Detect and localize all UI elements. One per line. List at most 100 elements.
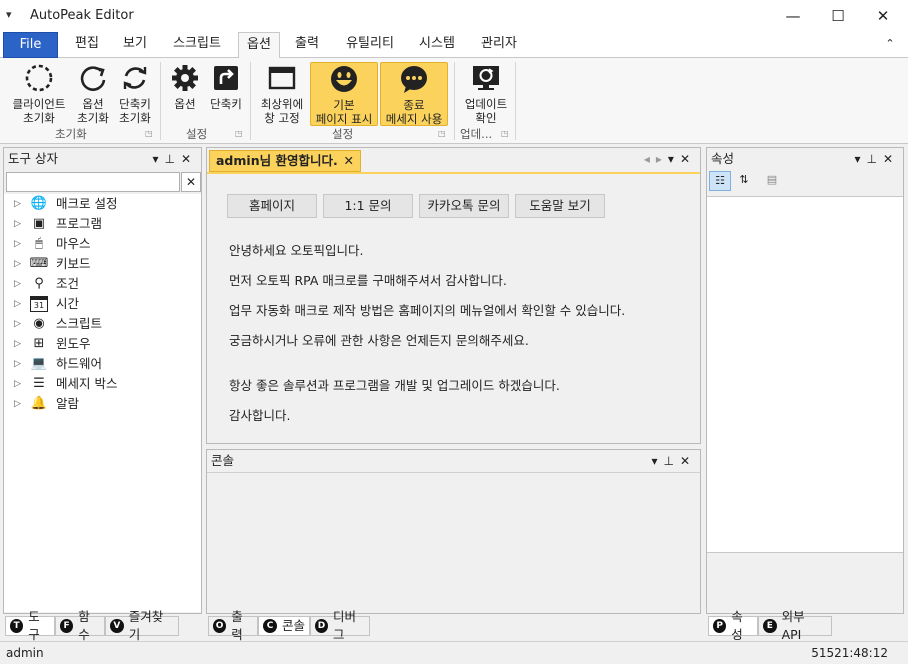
toolbox-search-input[interactable] [6, 172, 180, 192]
options-button[interactable]: 옵션 [166, 62, 204, 111]
dropdown-icon[interactable]: ▾ [651, 454, 663, 468]
expand-arrow-icon[interactable]: ▷ [14, 234, 24, 254]
tree-item[interactable]: ▷ ☰ 메세지 박스 [14, 374, 117, 394]
tab-output[interactable]: 출력 [286, 32, 328, 58]
close-icon[interactable]: ✕ [181, 152, 197, 166]
tab-edit[interactable]: 편집 [66, 32, 108, 58]
reset-shortcut-button[interactable]: 단축키 초기화 [114, 62, 156, 125]
tree-item[interactable]: ▷ ⚲ 조건 [14, 274, 79, 294]
scroll-left-icon[interactable]: ◂ [644, 152, 656, 166]
close-icon[interactable]: ✕ [680, 152, 696, 166]
categorized-icon[interactable]: ☷ [709, 171, 731, 191]
close-icon[interactable]: ✕ [680, 454, 696, 468]
console-output[interactable] [207, 472, 700, 612]
close-tab-icon[interactable]: ✕ [344, 151, 354, 171]
tree-item[interactable]: ▷ 🔔 알람 [14, 394, 79, 414]
tab-functions[interactable]: F 함수 [55, 609, 105, 642]
tab-system[interactable]: 시스템 [410, 32, 464, 58]
tree-item[interactable]: ▷ 🖱 마우스 [14, 234, 91, 254]
reset-options-button[interactable]: 옵션 초기화 [74, 62, 112, 125]
property-pages-icon[interactable]: ▤ [761, 171, 783, 191]
dropdown-icon[interactable]: ▾ [854, 152, 866, 166]
expand-arrow-icon[interactable]: ▷ [14, 254, 24, 274]
document-tab[interactable]: admin님 환영합니다. ✕ [209, 150, 361, 172]
maximize-button[interactable]: ☐ [815, 0, 861, 32]
expand-arrow-icon[interactable]: ▷ [14, 194, 24, 214]
tab-console[interactable]: C 콘솔 [258, 616, 310, 636]
exit-message-button[interactable]: 종료 메세지 사용 [380, 62, 448, 126]
expand-arrow-icon[interactable]: ▷ [14, 394, 24, 414]
pin-icon[interactable]: ⊥ [866, 152, 882, 166]
tab-favorites[interactable]: V 즐겨찾기 [105, 609, 179, 642]
tab-options[interactable]: 옵션 [238, 32, 280, 59]
tab-script[interactable]: 스크립트 [164, 32, 230, 58]
show-default-page-button[interactable]: 기본 페이지 표시 [310, 62, 378, 126]
tree-item[interactable]: ▷ ⊞ 윈도우 [14, 334, 91, 354]
expand-arrow-icon[interactable]: ▷ [14, 354, 24, 374]
quick-access-dropdown-icon[interactable]: ▾ [6, 8, 12, 21]
hotkey-badge: O [213, 619, 227, 633]
tab-utility[interactable]: 유틸리티 [338, 32, 402, 58]
tree-item[interactable]: ▷ 💻 하드웨어 [14, 354, 102, 374]
inquiry-button[interactable]: 1:1 문의 [323, 194, 413, 218]
homepage-button[interactable]: 홈페이지 [227, 194, 317, 218]
expand-arrow-icon[interactable]: ▷ [14, 294, 24, 314]
tree-item-label: 알람 [56, 396, 80, 411]
hotkey-badge: F [60, 619, 74, 633]
group-label: 초기화 [55, 127, 87, 141]
divider [515, 62, 516, 140]
group-launcher-icon[interactable]: ◳ [438, 129, 446, 138]
pin-icon[interactable]: ⊥ [164, 152, 180, 166]
minimize-button[interactable]: — [770, 0, 816, 32]
bell-icon: 🔔 [30, 396, 48, 411]
tab-properties[interactable]: P 속성 [708, 609, 758, 642]
tab-view[interactable]: 보기 [114, 32, 156, 58]
group-launcher-icon[interactable]: ◳ [235, 129, 243, 138]
expand-arrow-icon[interactable]: ▷ [14, 334, 24, 354]
tab-admin[interactable]: 관리자 [472, 32, 526, 58]
kakaotalk-inquiry-button[interactable]: 카카오톡 문의 [419, 194, 509, 218]
tab-toolbox[interactable]: T 도구 [5, 609, 55, 642]
button-label: 단축키 [119, 97, 151, 111]
pin-icon[interactable]: ⊥ [663, 454, 679, 468]
group-label: 업데... [460, 127, 493, 141]
tree-item[interactable]: ▷ ◉ 스크립트 [14, 314, 102, 334]
check-update-button[interactable]: 업데이트 확인 [460, 62, 512, 125]
tree-item-label: 메세지 박스 [56, 376, 118, 391]
tree-item[interactable]: ▷ ▣ 프로그램 [14, 214, 102, 234]
tree-item[interactable]: ▷ 🌐 매크로 설정 [14, 194, 117, 214]
search-clear-button[interactable]: ✕ [181, 172, 201, 192]
group-launcher-icon[interactable]: ◳ [501, 129, 509, 138]
help-button[interactable]: 도움말 보기 [515, 194, 605, 218]
tab-file[interactable]: File [3, 32, 58, 58]
sort-alpha-icon[interactable]: ⇅ [733, 171, 755, 191]
scroll-right-icon[interactable]: ▸ [656, 152, 668, 166]
button-label: 기본 [333, 98, 355, 112]
reset-client-button[interactable]: 클라이언트 초기화 [6, 62, 72, 125]
tree-item[interactable]: ▷ ⌨ 키보드 [14, 254, 91, 274]
expand-arrow-icon[interactable]: ▷ [14, 374, 24, 394]
keyboard-icon: ⌨ [29, 256, 49, 271]
expand-arrow-icon[interactable]: ▷ [14, 314, 24, 334]
shortcut-button[interactable]: 단축키 [206, 62, 246, 111]
refresh-icon [80, 66, 106, 91]
message-line: 업무 자동화 매크로 제작 방법은 홈페이지의 메뉴얼에서 확인할 수 있습니다… [229, 303, 626, 318]
group-launcher-icon[interactable]: ◳ [145, 129, 153, 138]
tab-output[interactable]: O 출력 [208, 609, 258, 642]
collapse-ribbon-icon[interactable]: ⌃ [880, 32, 900, 58]
expand-arrow-icon[interactable]: ▷ [14, 214, 24, 234]
hotkey-badge: D [315, 619, 328, 633]
property-grid[interactable] [707, 196, 903, 553]
close-icon[interactable]: ✕ [883, 152, 899, 166]
hotkey-badge: E [763, 619, 777, 633]
window-icon [268, 66, 296, 90]
properties-panel: 속성 ▾⊥✕ ☷ ⇅ ▤ [706, 147, 904, 614]
close-button[interactable]: ✕ [860, 0, 906, 32]
tree-item[interactable]: ▷ 31 시간 [14, 294, 79, 314]
dropdown-icon[interactable]: ▾ [668, 152, 680, 166]
expand-arrow-icon[interactable]: ▷ [14, 274, 24, 294]
tab-debug[interactable]: D 디버그 [310, 609, 370, 642]
always-on-top-button[interactable]: 최상위에 창 고정 [256, 62, 308, 125]
dropdown-icon[interactable]: ▾ [152, 152, 164, 166]
tab-external-api[interactable]: E 외부 API [758, 609, 832, 642]
